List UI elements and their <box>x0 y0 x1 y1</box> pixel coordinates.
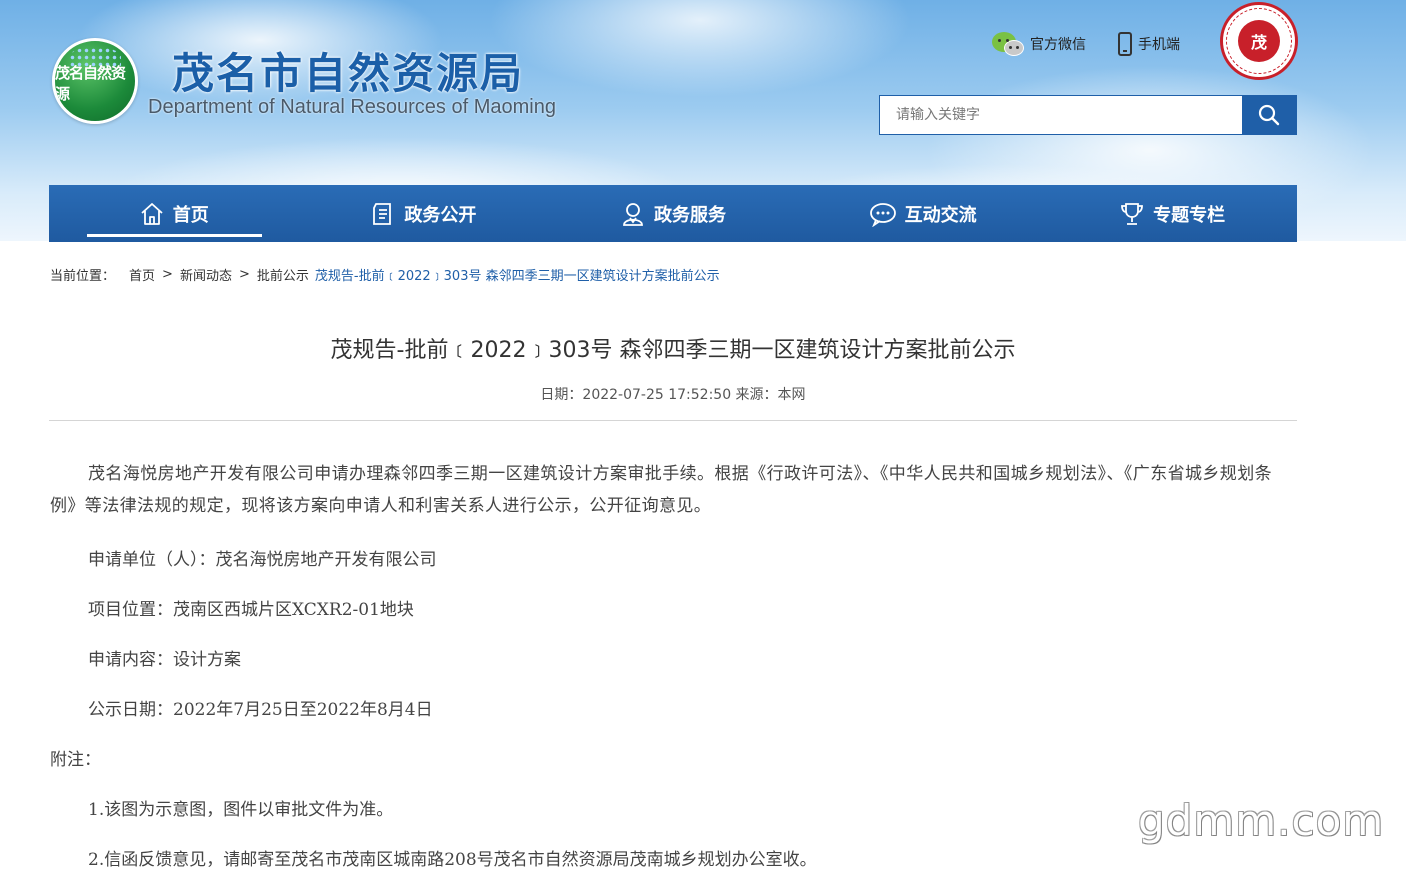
home-icon <box>139 201 165 227</box>
article-title: 茂规告-批前﹝2022﹞303号 森邻四季三期一区建筑设计方案批前公示 <box>330 338 1016 363</box>
article-location: 项目位置：茂南区西城片区XCXR2-01地块 <box>88 600 414 620</box>
nav-item-gov-services-label: 政务服务 <box>653 204 726 226</box>
article-meta: 日期：2022-07-25 17:52:50 来源：本网 <box>540 387 806 403</box>
mobile-phone-icon <box>1118 32 1132 56</box>
breadcrumb-news[interactable]: 新闻动态 <box>180 265 232 284</box>
title-divider <box>49 420 1297 421</box>
breadcrumb-home[interactable]: 首页 <box>129 265 155 284</box>
wechat-link-label: 官方微信 <box>1030 37 1086 53</box>
nav-item-gov-services[interactable]: 政务服务 <box>548 185 798 242</box>
mobile-link-label: 手机端 <box>1138 37 1180 53</box>
search-icon <box>1258 104 1280 126</box>
nav-item-home[interactable]: 首页 <box>49 185 299 242</box>
wechat-link[interactable]: 官方微信 <box>992 30 1086 58</box>
breadcrumb-label: 当前位置： <box>50 269 116 284</box>
article-content: 申请内容：设计方案 <box>88 650 241 670</box>
site-subtitle: Department of Natural Resources of Maomi… <box>148 96 556 118</box>
search-box <box>879 95 1297 135</box>
article-date: 公示日期：2022年7月25日至2022年8月4日 <box>88 700 433 720</box>
watermark: gdmm.com <box>1138 796 1385 845</box>
nav-item-home-label: 首页 <box>172 204 209 226</box>
document-icon <box>370 201 396 227</box>
breadcrumb: 当前位置： 首页 > 新闻动态 > 批前公示 茂规告-批前﹝2022﹞303号 … <box>50 265 720 284</box>
article-note-label: 附注： <box>50 750 101 770</box>
breadcrumb-current: 茂规告-批前﹝2022﹞303号 森邻四季三期一区建筑设计方案批前公示 <box>314 269 720 284</box>
city-seal-logo: 茂 <box>1220 2 1298 80</box>
top-links: 官方微信 手机端 <box>992 30 1180 58</box>
trophy-icon <box>1119 201 1145 227</box>
nav-item-gov-affairs[interactable]: 政务公开 <box>299 185 549 242</box>
site-title[interactable]: 茂名市自然资源局 <box>172 40 524 101</box>
article-paragraph-intro: 茂名海悦房地产开发有限公司申请办理森邻四季三期一区建筑设计方案审批手续。根据《行… <box>50 464 1272 516</box>
search-button[interactable] <box>1242 96 1296 134</box>
article-note-2: 2.信函反馈意见，请邮寄至茂名市茂南区城南路208号茂名市自然资源局茂南城乡规划… <box>88 850 817 870</box>
article-note-1: 1.该图为示意图，图件以审批文件为准。 <box>88 800 394 820</box>
wechat-icon <box>992 30 1024 58</box>
logo-text: 茂名自然资源 <box>55 64 126 103</box>
nav-item-gov-affairs-label: 政务公开 <box>404 204 477 226</box>
main-nav: 首页 政务公开 政务服务 互动交流 专题专栏 <box>49 185 1297 242</box>
nav-item-special-topics-label: 专题专栏 <box>1153 204 1226 226</box>
article-applicant: 申请单位（人）：茂名海悦房地产开发有限公司 <box>88 550 437 570</box>
site-logo[interactable]: 茂名自然资源 <box>52 38 138 124</box>
search-input[interactable] <box>880 96 1242 134</box>
nav-item-special-topics[interactable]: 专题专栏 <box>1047 185 1297 242</box>
nav-item-interaction-label: 互动交流 <box>904 204 977 226</box>
mobile-link[interactable]: 手机端 <box>1118 32 1180 56</box>
chat-bubble-icon <box>869 201 897 227</box>
breadcrumb-separator: > <box>162 267 173 282</box>
nav-item-interaction[interactable]: 互动交流 <box>798 185 1048 242</box>
breadcrumb-pre-approval[interactable]: 批前公示 <box>257 265 309 284</box>
service-person-icon <box>620 201 646 227</box>
breadcrumb-separator: > <box>238 267 250 282</box>
